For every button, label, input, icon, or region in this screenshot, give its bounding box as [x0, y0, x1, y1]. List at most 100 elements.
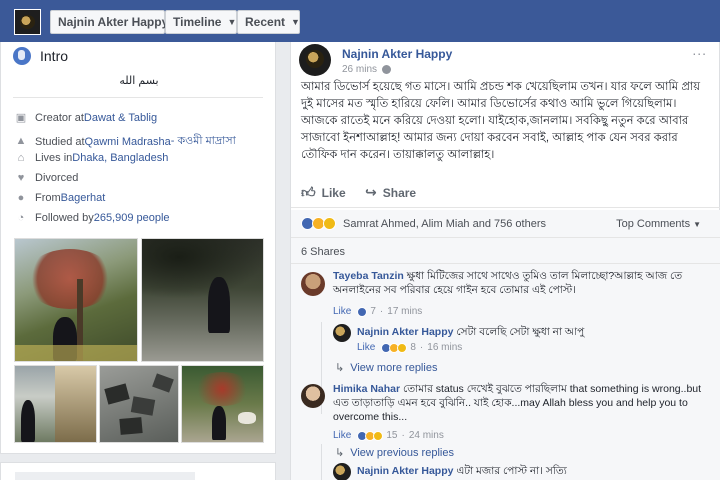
reply-body: Najnin Akter Happy এটা মজার পোস্ট না। সত… — [357, 464, 707, 478]
info-link-lives[interactable]: Dhaka, Bangladesh — [72, 152, 168, 164]
comment-reaction-count[interactable]: 7 — [370, 306, 376, 317]
reply-author-name[interactable]: Najnin Akter Happy — [357, 465, 453, 477]
post-card: Najnin Akter Happy 26 mins ... আমার ডিভো… — [290, 42, 720, 480]
reply-arrow-icon: ↳ — [335, 362, 345, 374]
recent-dropdown[interactable]: Recent ▼ — [237, 10, 300, 34]
reply-reaction-count[interactable]: 8 — [410, 342, 416, 353]
info-prefix: Divorced — [35, 172, 79, 184]
info-link-work[interactable]: Dawat & Tablig — [84, 112, 157, 124]
post-author-name[interactable]: Najnin Akter Happy — [342, 47, 452, 61]
chevron-down-icon: ▼ — [693, 220, 701, 229]
location-pin-icon: ● — [17, 191, 25, 204]
like-reaction-icon — [357, 306, 368, 317]
heart-icon: ♥ — [17, 171, 25, 184]
photo-thumbnail-4[interactable] — [99, 365, 179, 443]
info-prefix: Followed by — [35, 212, 94, 224]
intro-bio: بسم الله — [119, 75, 159, 87]
veiled-figure — [212, 406, 226, 440]
reply-thread-line — [321, 444, 322, 480]
post-time-label: 26 mins — [342, 64, 378, 75]
ground-flowers — [15, 345, 137, 361]
commenter-name[interactable]: Himika Nahar — [333, 383, 400, 395]
reply-arrow-icon: ↳ — [335, 447, 345, 459]
info-link-education[interactable]: Qawmi Madrasha — [85, 136, 171, 148]
photo-thumbnail-1[interactable] — [14, 238, 138, 362]
top-comments-dropdown[interactable]: Top Comments ▼ — [616, 218, 701, 230]
like-label: Like — [321, 185, 346, 200]
info-row-lives: ⌂ Lives in Dhaka, Bangladesh — [15, 152, 169, 164]
intro-header: Intro — [13, 47, 68, 65]
tree-foliage — [25, 249, 115, 309]
profile-name-button[interactable]: Najnin Akter Happy — [50, 10, 168, 34]
reactions-row: Samrat Ahmed, Alim Miah and 756 others T… — [291, 210, 720, 238]
misty-sky — [55, 366, 96, 442]
info-prefix: Creator at — [35, 112, 84, 124]
divider — [13, 97, 263, 98]
photo-thumbnail-5[interactable] — [181, 365, 264, 443]
share-label: Share — [382, 185, 417, 200]
wow-reaction-icon — [397, 342, 408, 353]
intro-title: Intro — [40, 48, 69, 64]
like-button[interactable]: 👍︎ Like — [301, 184, 346, 201]
share-button[interactable]: ↪ Share — [365, 184, 416, 201]
globe-icon — [13, 47, 31, 65]
book-item — [119, 417, 143, 435]
info-link-followers[interactable]: 265,909 people — [94, 212, 170, 224]
reply-text: সেটা বলেছি সেটা ক্ষুধা না আপু — [456, 326, 585, 338]
post-text: আমার ডিভোর্স হয়েছে গত মাসে। আমি প্রচন্ড… — [301, 81, 701, 161]
separator: · — [419, 342, 424, 353]
comment-body: Himika Nahar তোমার status দেখেই বুঝতে পা… — [333, 382, 713, 424]
comment-like-link[interactable]: Like — [333, 306, 351, 317]
recent-label: Recent — [245, 15, 286, 29]
view-previous-replies-link[interactable]: ↳ View previous replies — [335, 446, 454, 460]
comment-time[interactable]: 24 mins — [409, 430, 444, 441]
info-prefix: Lives in — [35, 152, 73, 164]
profile-avatar-thumbnail[interactable] — [14, 9, 41, 35]
thumbs-up-icon: 👍︎ — [301, 184, 316, 200]
reply-author-name[interactable]: Najnin Akter Happy — [357, 326, 453, 338]
graduation-cap-icon: ▲ — [15, 135, 27, 147]
view-more-label: View more replies — [350, 361, 438, 374]
comment-time[interactable]: 17 mins — [387, 306, 422, 317]
book-item — [104, 383, 130, 405]
chevron-down-icon: ▼ — [227, 17, 237, 27]
top-navigation-bar: Najnin Akter Happy Timeline ▼ Recent ▼ — [0, 0, 720, 42]
shares-count[interactable]: 6 Shares — [301, 246, 345, 258]
info-suffix: - কওমী মাদ্রাসা — [170, 135, 236, 147]
timeline-label: Timeline — [173, 15, 222, 29]
comment-reaction-count[interactable]: 15 — [386, 430, 397, 441]
left-secondary-card — [0, 462, 276, 480]
info-row-relationship: ♥ Divorced — [15, 171, 79, 184]
photo-thumbnail-3[interactable] — [14, 365, 97, 443]
comment-like-link[interactable]: Like — [333, 430, 351, 441]
commenter-avatar[interactable] — [301, 272, 325, 296]
reply-author-avatar[interactable] — [333, 463, 351, 480]
wow-reaction-icon — [323, 217, 336, 230]
chevron-down-icon: ▼ — [291, 17, 300, 27]
reply-meta: Like 8 · 16 mins — [357, 342, 462, 353]
post-actions-bar: 👍︎ Like ↪ Share — [291, 178, 720, 208]
view-more-replies-link[interactable]: ↳ View more replies — [335, 361, 438, 375]
book-item — [152, 373, 174, 393]
book-item — [130, 396, 156, 416]
reply-like-link[interactable]: Like — [357, 342, 375, 353]
reply-author-avatar[interactable] — [333, 324, 351, 342]
top-comments-label: Top Comments — [616, 218, 691, 230]
reply-body: Najnin Akter Happy সেটা বলেছি সেটা ক্ষুধ… — [357, 325, 707, 339]
reactions-summary[interactable]: Samrat Ahmed, Alim Miah and 756 others — [343, 218, 546, 230]
photo-thumbnail-2[interactable] — [141, 238, 264, 362]
info-row-followers: ◔ Followed by 265,909 people — [15, 212, 170, 224]
commenter-name[interactable]: Tayeba Tanzin — [333, 270, 404, 282]
dark-foliage — [142, 239, 263, 299]
post-timestamp[interactable]: 26 mins — [342, 64, 392, 75]
commenter-avatar[interactable] — [301, 384, 325, 408]
separator: · — [401, 430, 405, 441]
share-arrow-icon: ↪ — [365, 184, 377, 200]
wow-reaction-icon — [373, 430, 384, 441]
post-author-avatar[interactable] — [299, 44, 331, 76]
timeline-dropdown[interactable]: Timeline ▼ — [165, 10, 237, 34]
more-options-icon[interactable]: ... — [692, 42, 707, 58]
reply-time[interactable]: 16 mins — [427, 342, 462, 353]
info-link-from[interactable]: Bagerhat — [61, 192, 106, 204]
tree-foliage — [192, 372, 252, 406]
